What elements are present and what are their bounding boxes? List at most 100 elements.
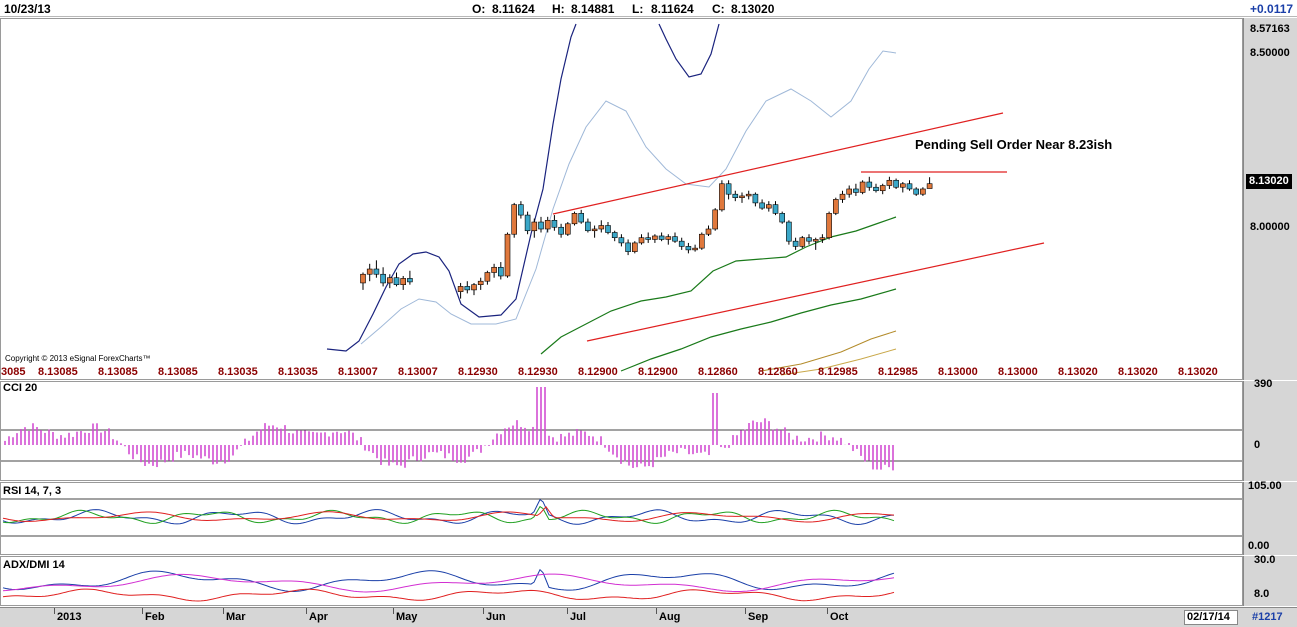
candle-body [926, 183, 933, 189]
candle-body [692, 247, 698, 251]
candle-body [380, 273, 386, 284]
candle-body [551, 220, 558, 228]
quote-strip-value: 8.13000 [938, 366, 978, 378]
copyright: Copyright © 2013 eSignal ForexCharts™ [5, 354, 151, 363]
candle-body [765, 204, 772, 209]
candle-body [678, 240, 685, 247]
chart-id: #1217 [1252, 611, 1283, 623]
header-date: 10/23/13 [4, 2, 51, 16]
quote-strip-value: 8.13000 [998, 366, 1038, 378]
quote-strip-value: 8.13085 [38, 366, 78, 378]
ma-green-slow [620, 288, 897, 372]
candle-body [853, 188, 859, 193]
close-value: 8.13020 [731, 2, 775, 16]
candle-body [497, 266, 504, 277]
dmi-plus-line [2, 573, 895, 593]
candle-body [779, 213, 786, 223]
candle-body [826, 213, 832, 238]
month-mar: Mar [226, 611, 246, 623]
quote-strip-value: 8.13020 [1118, 366, 1158, 378]
candle-body [859, 181, 866, 193]
bollinger-upper-outer [326, 23, 577, 352]
candle-body [806, 237, 812, 242]
price-axis[interactable]: 8.57163 8.50000 8.13020 8.00000 [1243, 18, 1297, 380]
candle-body [819, 237, 826, 240]
cci-bars [4, 387, 894, 471]
bollinger-upper-outer-2 [658, 23, 720, 78]
rsi-top-label: 105.00 [1248, 480, 1282, 492]
ma-olive-1 [760, 330, 897, 372]
candle-body [899, 183, 906, 188]
adx-bottom-label: 8.0 [1254, 588, 1270, 600]
candle-body [685, 246, 692, 251]
candle-body [625, 242, 631, 252]
month-oct: Oct [830, 611, 849, 623]
rsi-axis: 105.00 0.00 [1243, 480, 1297, 555]
candle-body [873, 186, 879, 192]
quote-strip-value: 8.13020 [1058, 366, 1098, 378]
current-price-tag: 8.13020 [1246, 174, 1292, 189]
cci-panel[interactable]: CCI 20 [0, 381, 1243, 481]
candle-body [471, 284, 477, 291]
adx-chart [2, 568, 895, 602]
candle-body [591, 228, 598, 232]
adx-axis: 30.0 8.0 [1243, 554, 1297, 606]
candle-body [799, 237, 806, 247]
candle-body [638, 237, 645, 244]
candle-body [745, 193, 752, 197]
time-axis[interactable]: 2013 Feb Mar Apr May Jun Jul Aug Sep Oct… [0, 607, 1297, 627]
month-aug: Aug [659, 611, 681, 623]
price-tick-4: 8.00000 [1250, 221, 1290, 233]
candle-body [719, 183, 725, 211]
price-panel[interactable]: Pending Sell Order Near 8.23ish Copyrigh… [0, 18, 1243, 380]
candle-body [585, 221, 591, 232]
candle-body [658, 235, 665, 240]
rsi-chart [1, 498, 1242, 537]
price-chart: Pending Sell Order Near 8.23ish Copyrigh… [1, 23, 1218, 378]
candles [360, 176, 933, 299]
adx-panel[interactable]: ADX/DMI 14 [0, 556, 1243, 606]
candle-body [739, 195, 745, 198]
candle-body [618, 237, 625, 244]
rsi-panel[interactable]: RSI 14, 7, 3 [0, 482, 1243, 555]
candle-body [698, 233, 705, 249]
low-label: L: [632, 2, 644, 16]
candle-body [839, 193, 846, 200]
candle-body [846, 188, 853, 195]
candle-body [759, 202, 765, 209]
quote-strip-value: 8.12930 [518, 366, 558, 378]
candle-body [400, 278, 407, 285]
adx-line [2, 568, 895, 593]
change-value: +0.0117 [1250, 2, 1294, 16]
candle-body [360, 273, 366, 284]
candle-body [792, 240, 799, 247]
candle-body [518, 204, 524, 216]
high-value: 8.14881 [571, 2, 615, 16]
candle-body [564, 223, 571, 235]
low-value: 8.11624 [651, 2, 694, 16]
quote-strip-value: 8.13085 [158, 366, 198, 378]
quote-strip-value: 8.13007 [398, 366, 438, 378]
month-may: May [396, 611, 418, 623]
candle-body [772, 204, 779, 214]
candle-body [812, 239, 819, 242]
quote-strip-value: 8.12900 [578, 366, 618, 378]
open-label: O: [472, 2, 486, 16]
candle-body [631, 242, 638, 252]
month-jul: Jul [570, 611, 586, 623]
candle-body [373, 268, 380, 275]
candle-body [605, 225, 611, 233]
candle-body [645, 237, 652, 240]
candle-body [866, 181, 873, 188]
month-jun: Jun [486, 611, 506, 623]
high-label: H: [552, 2, 565, 16]
candle-body [893, 179, 899, 188]
dmi-minus-line [2, 588, 895, 602]
end-date-box[interactable]: 02/17/14 [1184, 610, 1238, 625]
candle-body [366, 268, 373, 275]
price-tick-1: 8.57163 [1250, 23, 1290, 35]
candle-body [407, 278, 413, 283]
candle-body [913, 188, 920, 195]
chart-window: 10/23/13 O: 8.11624 H: 8.14881 L: 8.1162… [0, 0, 1297, 627]
quote-strip: 3085 8.13085 8.13085 8.13085 8.13035 8.13035 8… [1, 366, 1218, 378]
